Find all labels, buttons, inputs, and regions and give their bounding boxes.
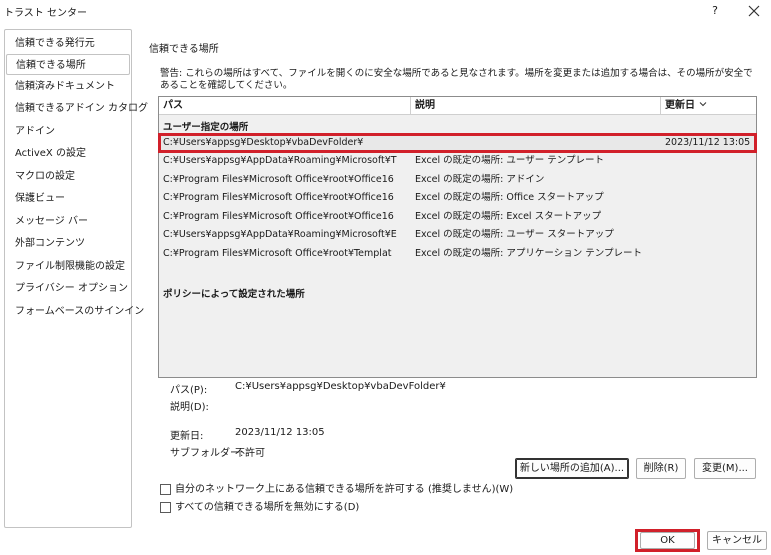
sidebar-item-privacy[interactable]: プライバシー オプション xyxy=(6,278,130,299)
column-header-path[interactable]: パス xyxy=(159,97,411,114)
cancel-button[interactable]: キャンセル xyxy=(707,531,767,550)
table-row[interactable]: C:¥Program Files¥Microsoft Office¥root¥O… xyxy=(159,171,756,189)
help-button[interactable]: ? xyxy=(705,2,725,20)
sidebar-item-external-content[interactable]: 外部コンテンツ xyxy=(6,233,130,254)
sidebar-item-form-signin[interactable]: フォームベースのサインイン xyxy=(6,301,144,322)
row-description: Excel の既定の場所: ユーザー テンプレート xyxy=(415,155,604,166)
table-row[interactable]: C:¥Program Files¥Microsoft Office¥root¥T… xyxy=(159,245,756,263)
modified-label: 更新日: xyxy=(170,431,204,442)
path-label: パス(P): xyxy=(170,385,208,396)
sidebar-item-trusted-documents[interactable]: 信頼済みドキュメント xyxy=(6,76,130,97)
row-path: C:¥Users¥appsg¥AppData¥Roaming¥Microsoft… xyxy=(163,229,397,240)
column-header-description[interactable]: 説明 xyxy=(411,97,661,114)
row-path: C:¥Program Files¥Microsoft Office¥root¥O… xyxy=(163,192,394,203)
add-location-button[interactable]: 新しい場所の追加(A)... xyxy=(515,458,629,479)
column-header-modified[interactable]: 更新日 xyxy=(661,97,756,114)
modify-button[interactable]: 変更(M)... xyxy=(694,458,756,479)
modified-value: 2023/11/12 13:05 xyxy=(235,427,325,438)
path-value: C:¥Users¥appsg¥Desktop¥vbaDevFolder¥ xyxy=(235,381,446,392)
table-row[interactable]: C:¥Users¥appsg¥AppData¥Roaming¥Microsoft… xyxy=(159,152,756,170)
table-row[interactable]: C:¥Users¥appsg¥AppData¥Roaming¥Microsoft… xyxy=(159,226,756,244)
row-path: C:¥Program Files¥Microsoft Office¥root¥O… xyxy=(163,174,394,185)
row-path: C:¥Users¥appsg¥Desktop¥vbaDevFolder¥ xyxy=(163,137,364,148)
sidebar-item-activex[interactable]: ActiveX の設定 xyxy=(6,143,130,164)
table-row[interactable]: C:¥Program Files¥Microsoft Office¥root¥O… xyxy=(159,189,756,207)
disable-all-label: すべての信頼できる場所を無効にする(D) xyxy=(175,502,360,513)
table-row[interactable]: C:¥Users¥appsg¥Desktop¥vbaDevFolder¥ 202… xyxy=(158,133,757,153)
sidebar-item-macros[interactable]: マクロの設定 xyxy=(6,166,130,187)
title-bar: トラスト センター ? xyxy=(0,0,771,22)
sidebar-item-addins[interactable]: アドイン xyxy=(6,121,130,142)
remove-button[interactable]: 削除(R) xyxy=(636,458,686,479)
ok-button[interactable]: OK xyxy=(640,532,695,549)
subfolders-label: サブフォルダー: xyxy=(170,448,244,459)
warning-text: 警告: これらの場所はすべて、ファイルを開くのに安全な場所であると見なされます。… xyxy=(160,68,753,91)
sidebar-item-trusted-publishers[interactable]: 信頼できる発行元 xyxy=(6,33,130,54)
sidebar-item-file-block[interactable]: ファイル制限機能の設定 xyxy=(6,256,130,277)
sidebar-item-trusted-addin-catalogs[interactable]: 信頼できるアドイン カタログ xyxy=(6,98,148,119)
row-description: Excel の既定の場所: Office スタートアップ xyxy=(415,192,604,203)
window-title: トラスト センター xyxy=(4,8,87,19)
trusted-locations-table[interactable]: パス 説明 更新日 ユーザー指定の場所 C:¥Users¥appsg¥Deskt… xyxy=(158,96,757,378)
row-description: Excel の既定の場所: ユーザー スタートアップ xyxy=(415,229,614,240)
row-description: Excel の既定の場所: Excel スタートアップ xyxy=(415,211,602,222)
group-label-policy: ポリシーによって設定された場所 xyxy=(163,289,305,300)
sidebar-item-protected-view[interactable]: 保護ビュー xyxy=(6,188,130,209)
sidebar: 信頼できる発行元 信頼できる場所 信頼済みドキュメント 信頼できるアドイン カタ… xyxy=(4,29,148,528)
disable-all-checkbox[interactable] xyxy=(160,502,171,513)
subfolders-value: 不許可 xyxy=(235,448,265,459)
group-label-user: ユーザー指定の場所 xyxy=(163,122,249,133)
section-title: 信頼できる場所 xyxy=(149,44,219,55)
description-label: 説明(D): xyxy=(170,402,209,413)
allow-network-checkbox[interactable] xyxy=(160,484,171,495)
row-path: C:¥Users¥appsg¥AppData¥Roaming¥Microsoft… xyxy=(163,155,397,166)
row-modified: 2023/11/12 13:05 xyxy=(665,137,751,148)
allow-network-label: 自分のネットワーク上にある信頼できる場所を許可する (推奨しません)(W) xyxy=(175,484,514,495)
sidebar-item-message-bar[interactable]: メッセージ バー xyxy=(6,211,130,232)
row-description: Excel の既定の場所: アプリケーション テンプレート xyxy=(415,248,642,259)
close-icon xyxy=(748,5,760,17)
row-path: C:¥Program Files¥Microsoft Office¥root¥O… xyxy=(163,211,394,222)
chevron-down-icon xyxy=(700,102,707,107)
table-row[interactable]: C:¥Program Files¥Microsoft Office¥root¥O… xyxy=(159,208,756,226)
row-description: Excel の既定の場所: アドイン xyxy=(415,174,545,185)
column-header-modified-label: 更新日 xyxy=(665,100,695,111)
close-button[interactable] xyxy=(742,1,766,21)
row-path: C:¥Program Files¥Microsoft Office¥root¥T… xyxy=(163,248,392,259)
sidebar-item-trusted-locations[interactable]: 信頼できる場所 xyxy=(6,54,130,75)
table-header: パス 説明 更新日 xyxy=(159,97,756,115)
